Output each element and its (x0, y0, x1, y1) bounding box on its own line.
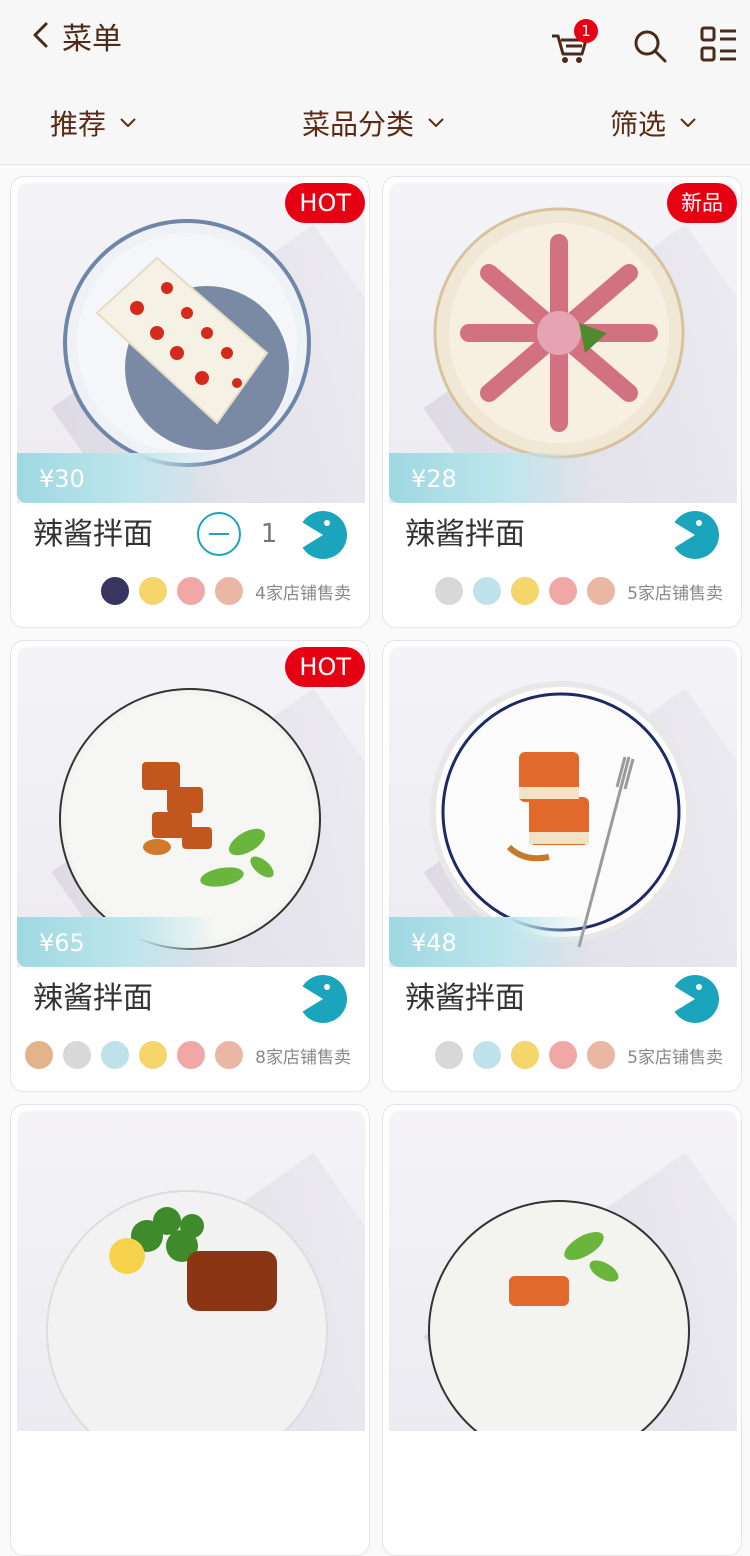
shop-count: 5家店铺售卖 (627, 1047, 723, 1068)
avatar (61, 1039, 94, 1071)
filter-bar: 推荐 菜品分类 筛选 (0, 95, 750, 151)
dish-name: 辣酱拌面 (33, 517, 153, 552)
dish-price: ¥30 (39, 465, 85, 493)
add-to-cart-button[interactable] (669, 509, 721, 561)
quantity-value: 1 (260, 519, 278, 549)
avatar (585, 575, 618, 607)
add-to-cart-button[interactable] (669, 973, 721, 1025)
avatar (433, 1039, 466, 1071)
dish-card[interactable] (382, 1104, 742, 1556)
dish-image (17, 1111, 365, 1431)
top-header: 菜单 1 推荐 菜品分类 筛选 (0, 0, 750, 165)
price-bar: ¥30 (17, 453, 217, 503)
filter-recommend-label: 推荐 (50, 108, 107, 141)
avatar (547, 575, 580, 607)
hot-tag: HOT (285, 647, 365, 687)
dish-card[interactable]: ¥30 HOT 辣酱拌面 1 + 4家店铺售卖 (10, 176, 370, 628)
dish-price: ¥48 (411, 929, 457, 957)
shop-avatars: 4家店铺售卖 (93, 575, 351, 607)
avatar (175, 1039, 208, 1071)
shop-count: 8家店铺售卖 (255, 1047, 351, 1068)
shop-count: 4家店铺售卖 (255, 583, 351, 604)
avatar (433, 575, 466, 607)
dish-name: 辣酱拌面 (405, 517, 525, 552)
avatar (213, 1039, 246, 1071)
dish-image: ¥30 HOT (17, 183, 365, 503)
dish-image (389, 1111, 737, 1431)
price-bar: ¥28 (389, 453, 589, 503)
dish-price: ¥28 (411, 465, 457, 493)
chevron-down-icon (428, 118, 444, 128)
avatar (509, 1039, 542, 1071)
avatar (99, 1039, 132, 1071)
avatar (547, 1039, 580, 1071)
chevron-down-icon (680, 118, 696, 128)
filter-recommend[interactable]: 推荐 (50, 95, 136, 151)
filter-screen[interactable]: 筛选 (610, 95, 696, 151)
dish-image: ¥28 新品 (389, 183, 737, 503)
avatar (585, 1039, 618, 1071)
avatar (213, 575, 246, 607)
avatar (471, 1039, 504, 1071)
dish-price: ¥65 (39, 929, 85, 957)
search-icon[interactable] (632, 28, 668, 64)
shop-avatars: 8家店铺售卖 (23, 1039, 351, 1071)
grid-menu-icon[interactable] (700, 26, 738, 64)
filter-screen-label: 筛选 (610, 108, 667, 141)
add-to-cart-button[interactable] (297, 973, 349, 1025)
dish-image: ¥48 (389, 647, 737, 967)
avatar (509, 575, 542, 607)
avatar (99, 575, 132, 607)
page-title: 菜单 (62, 22, 122, 57)
filter-category[interactable]: 菜品分类 (302, 95, 444, 151)
shop-count: 5家店铺售卖 (627, 583, 723, 604)
back-icon[interactable] (30, 22, 52, 48)
dish-name: 辣酱拌面 (33, 981, 153, 1016)
dish-card[interactable]: ¥48 辣酱拌面 + 5家店铺售卖 (382, 640, 742, 1092)
avatar (175, 575, 208, 607)
price-bar: ¥65 (17, 917, 217, 967)
quantity-stepper: 1 (197, 509, 297, 559)
cart-badge: 1 (574, 19, 598, 43)
new-tag: 新品 (667, 183, 737, 223)
minus-button[interactable] (197, 512, 241, 556)
shop-avatars: 5家店铺售卖 (427, 575, 723, 607)
dish-card[interactable] (10, 1104, 370, 1556)
avatar (23, 1039, 56, 1071)
dish-card[interactable]: ¥65 HOT 辣酱拌面 + 8家店铺售卖 (10, 640, 370, 1092)
avatar (137, 1039, 170, 1071)
chevron-down-icon (120, 118, 136, 128)
filter-category-label: 菜品分类 (302, 108, 415, 141)
avatar (471, 575, 504, 607)
shop-avatars: 5家店铺售卖 (427, 1039, 723, 1071)
avatar (137, 575, 170, 607)
dish-image: ¥65 HOT (17, 647, 365, 967)
hot-tag: HOT (285, 183, 365, 223)
add-to-cart-button[interactable] (297, 509, 349, 561)
dish-card[interactable]: ¥28 新品 辣酱拌面 + 5家店铺售卖 (382, 176, 742, 628)
dish-name: 辣酱拌面 (405, 981, 525, 1016)
price-bar: ¥48 (389, 917, 589, 967)
